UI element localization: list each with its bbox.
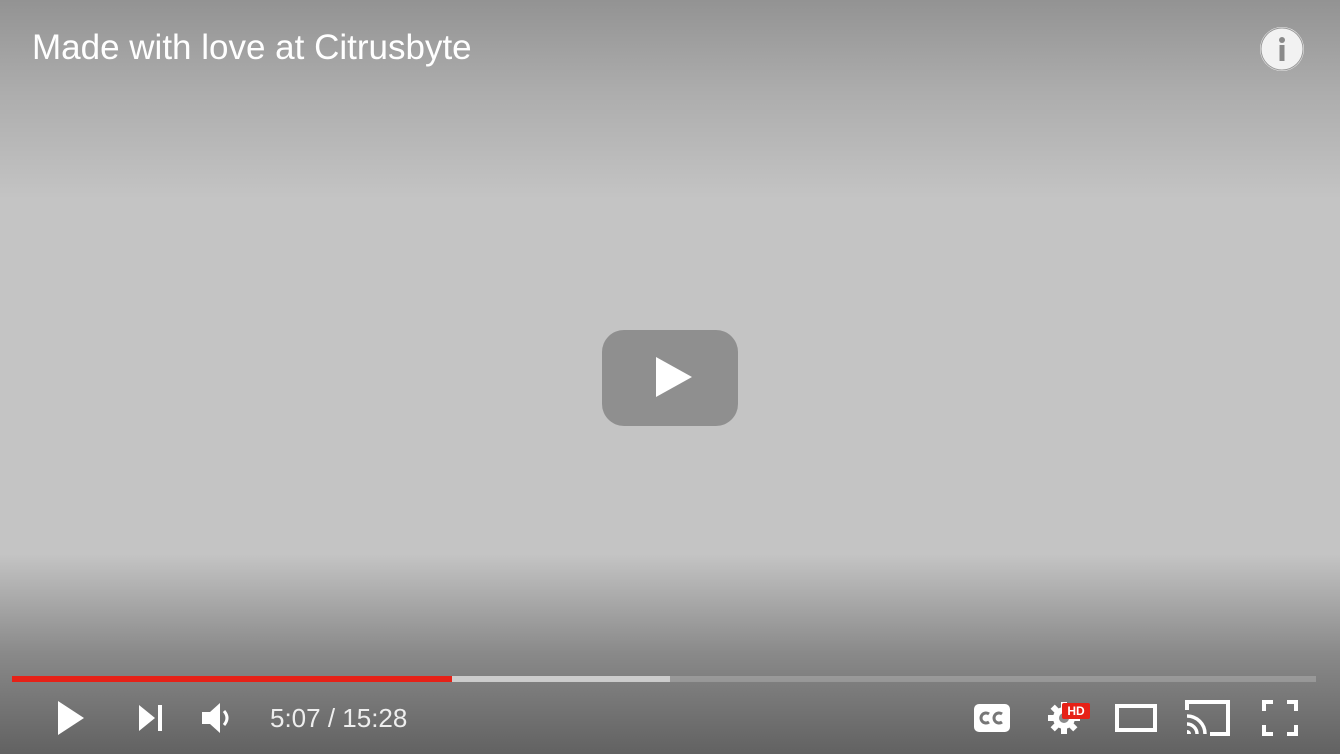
captions-button[interactable] — [970, 694, 1014, 742]
video-player[interactable]: Made with love at Citrusbyte 5:07 / 15:2… — [0, 0, 1340, 754]
large-play-button[interactable] — [602, 330, 738, 426]
volume-icon — [202, 703, 229, 733]
progress-bar[interactable] — [12, 676, 1316, 682]
play-icon — [58, 701, 84, 735]
closed-captions-icon — [974, 704, 1010, 732]
info-button[interactable] — [1260, 27, 1304, 71]
fullscreen-button[interactable] — [1258, 694, 1302, 742]
progress-played — [12, 676, 452, 682]
next-button[interactable] — [130, 694, 174, 742]
cast-icon — [1185, 700, 1230, 736]
play-button[interactable] — [48, 694, 92, 742]
play-icon — [656, 357, 692, 397]
video-title[interactable]: Made with love at Citrusbyte — [32, 27, 472, 69]
theater-mode-icon — [1115, 704, 1157, 732]
volume-button[interactable] — [196, 694, 240, 742]
info-icon — [1260, 27, 1304, 71]
skip-next-icon — [139, 705, 162, 731]
fullscreen-icon — [1262, 700, 1298, 736]
theater-mode-button[interactable] — [1114, 694, 1158, 742]
cast-button[interactable] — [1184, 694, 1232, 742]
hd-badge: HD — [1062, 703, 1090, 719]
time-display: 5:07 / 15:28 — [270, 703, 408, 733]
